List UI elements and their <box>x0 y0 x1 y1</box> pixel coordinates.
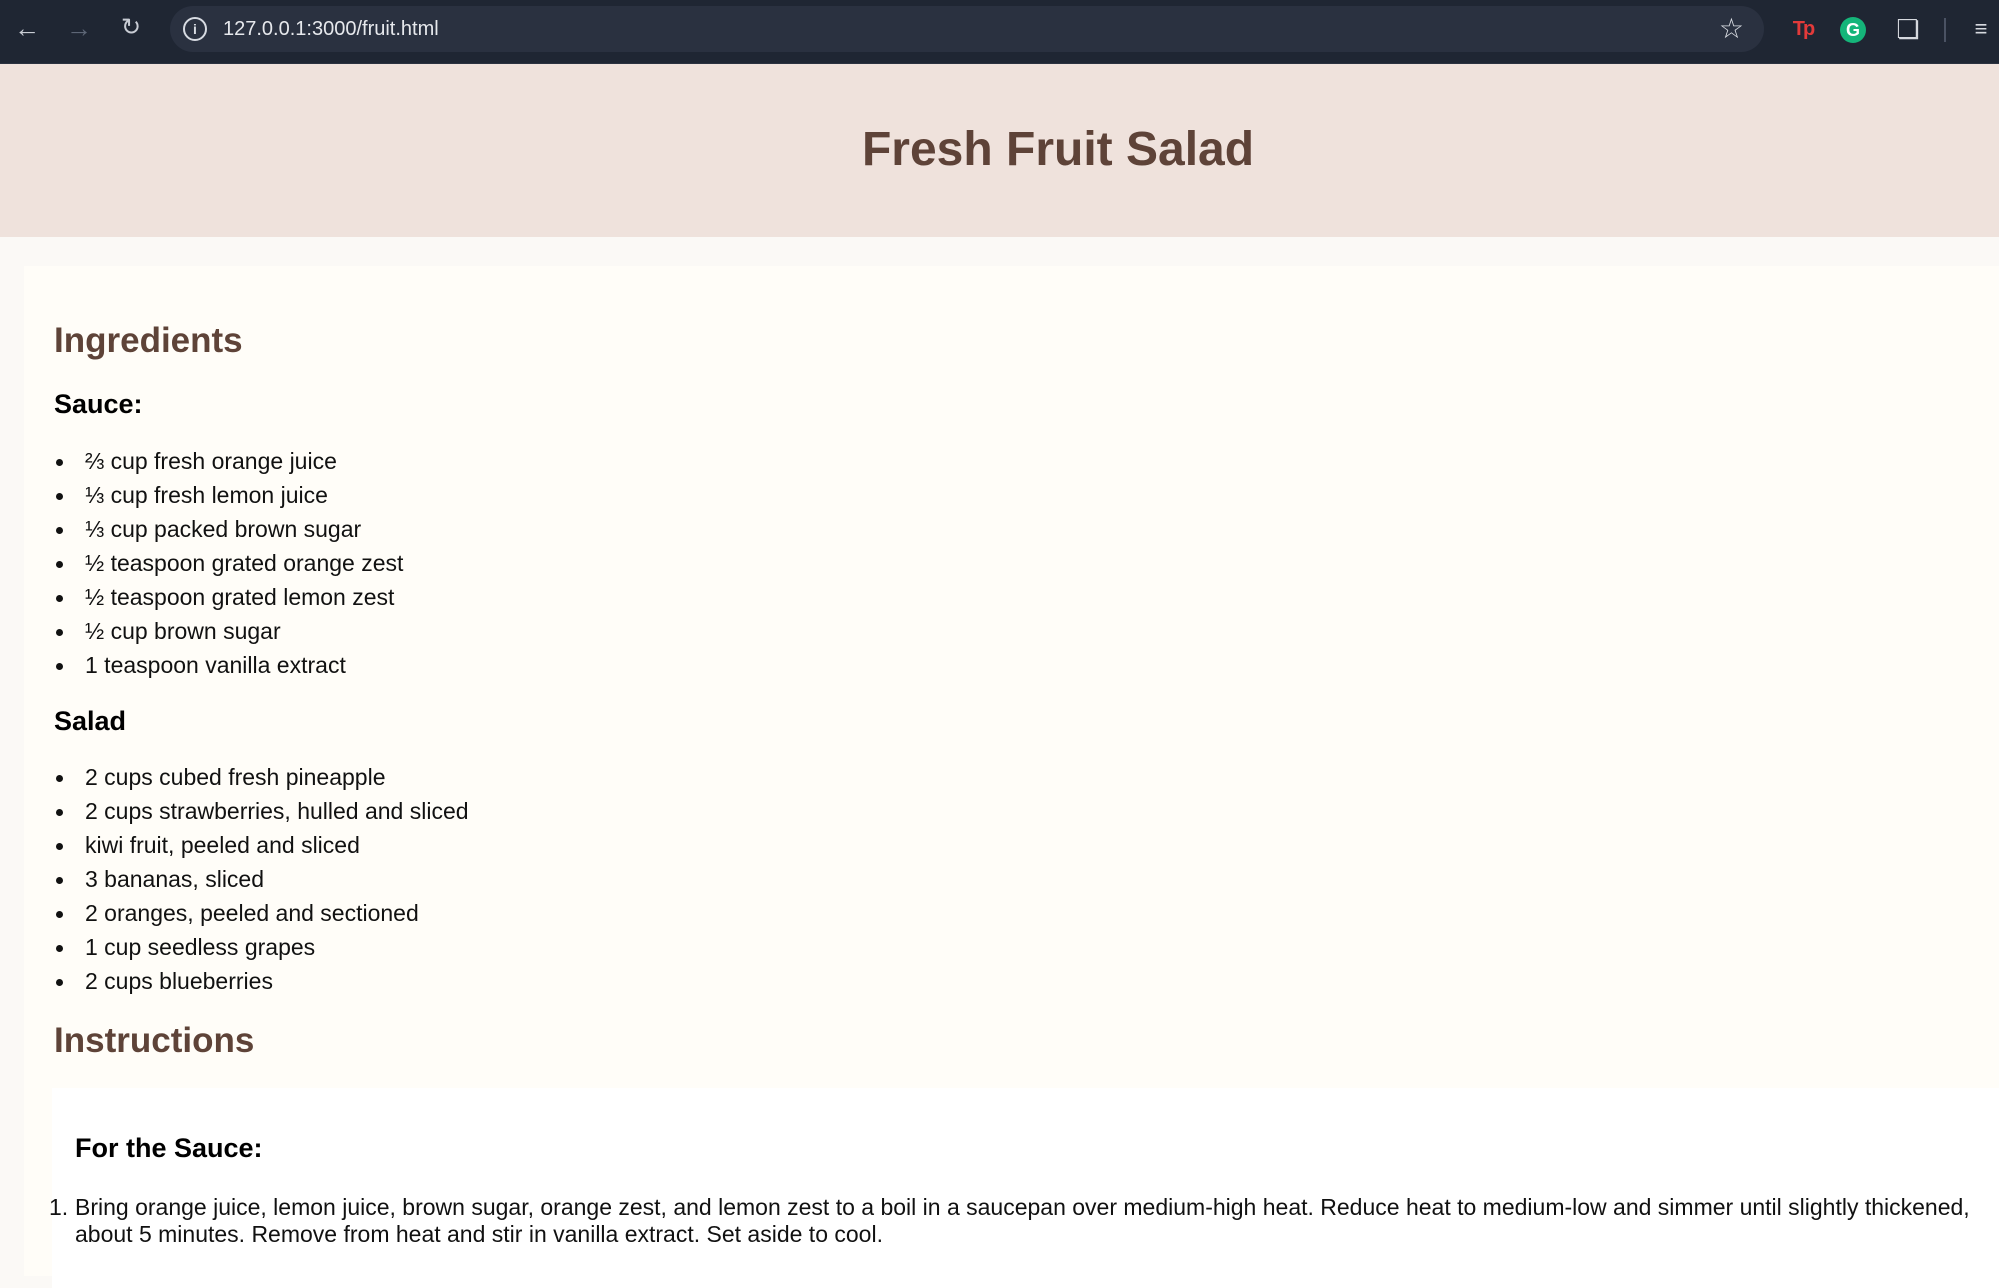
sauce-heading: Sauce: <box>54 389 143 419</box>
url-text[interactable]: 127.0.0.1:3000/fruit.html <box>223 18 439 41</box>
list-item: 2 cups strawberries, hulled and sliced <box>54 794 469 828</box>
sauce-instructions-box: For the Sauce: 1. Bring orange juice, le… <box>49 1088 1999 1288</box>
list-item: kiwi fruit, peeled and sliced <box>54 828 469 862</box>
sauce-steps-list: 1. Bring orange juice, lemon juice, brow… <box>49 1194 1990 1248</box>
extensions-puzzle-icon[interactable]: ❏ <box>1891 12 1925 46</box>
list-item: ⅓ cup packed brown sugar <box>54 512 403 546</box>
list-item: 3 bananas, sliced <box>54 862 469 896</box>
site-info-icon[interactable]: i <box>183 17 207 41</box>
page-header: Fresh Fruit Salad <box>0 64 1999 237</box>
step-text-line-1: Bring orange juice, lemon juice, brown s… <box>75 1194 1970 1220</box>
bookmark-star-icon[interactable]: ☆ <box>1719 12 1744 45</box>
list-item: 2 cups blueberries <box>54 964 469 998</box>
address-bar[interactable]: i 127.0.0.1:3000/fruit.html ☆ <box>170 6 1764 52</box>
sauce-ingredient-list: ⅔ cup fresh orange juice ⅓ cup fresh lem… <box>54 444 403 682</box>
list-item: ½ cup brown sugar <box>54 614 403 648</box>
salad-heading: Salad <box>54 706 127 736</box>
grammarly-extension-icon[interactable]: G <box>1836 12 1870 46</box>
step-item: 1. Bring orange juice, lemon juice, brow… <box>49 1194 1990 1248</box>
extension-tp-icon[interactable]: Tp <box>1786 12 1820 46</box>
list-item: ⅔ cup fresh orange juice <box>54 444 403 478</box>
step-text-line-2: about 5 minutes. Remove from heat and st… <box>75 1221 883 1247</box>
ingredients-heading: Ingredients <box>54 321 243 360</box>
list-item: ½ teaspoon grated orange zest <box>54 546 403 580</box>
list-item: 1 cup seedless grapes <box>54 930 469 964</box>
list-item: 2 cups cubed fresh pineapple <box>54 760 469 794</box>
media-control-icon[interactable]: ≡ <box>1964 12 1998 46</box>
reload-icon[interactable]: ↻ <box>113 10 149 46</box>
sauce-instructions-heading: For the Sauce: <box>75 1133 263 1163</box>
list-item: 1 teaspoon vanilla extract <box>54 648 403 682</box>
list-item: ⅓ cup fresh lemon juice <box>54 478 403 512</box>
list-item: 2 oranges, peeled and sectioned <box>54 896 469 930</box>
list-item: ½ teaspoon grated lemon zest <box>54 580 403 614</box>
instructions-heading: Instructions <box>54 1021 255 1060</box>
toolbar-divider <box>1944 18 1946 42</box>
step-number: 1. <box>49 1194 69 1220</box>
page-title: Fresh Fruit Salad <box>861 123 1255 176</box>
browser-toolbar: ← → ↻ i 127.0.0.1:3000/fruit.html ☆ Tp G… <box>0 0 1999 64</box>
back-arrow-icon[interactable]: ← <box>9 10 45 46</box>
salad-ingredient-list: 2 cups cubed fresh pineapple 2 cups stra… <box>54 760 469 998</box>
recipe-content: Ingredients Sauce: ⅔ cup fresh orange ju… <box>24 266 1999 1288</box>
forward-arrow-icon[interactable]: → <box>61 10 97 46</box>
